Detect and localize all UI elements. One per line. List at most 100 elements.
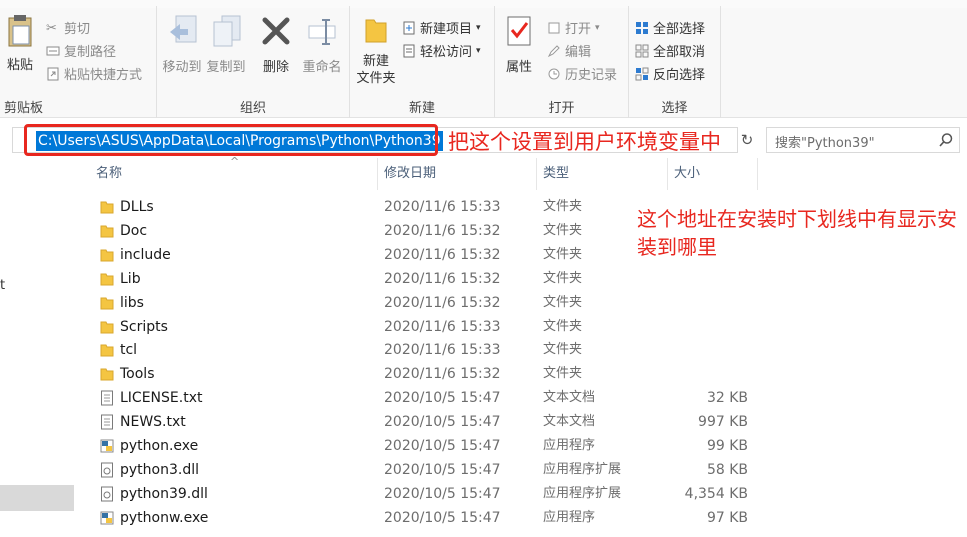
clipboard-group-label: 剪贴板 (4, 101, 44, 116)
column-type[interactable]: 类型 (537, 158, 668, 190)
file-row[interactable]: libs 2020/11/6 15:32 文件夹 (90, 291, 790, 315)
paste-shortcut-button[interactable]: 粘贴快捷方式 (46, 64, 142, 83)
select-all-button[interactable]: 全部选择 (635, 18, 705, 37)
file-name: python3.dll (120, 461, 199, 478)
delete-x-icon (262, 17, 290, 45)
file-name: Doc (120, 222, 148, 239)
folder-icon (100, 199, 114, 215)
nav-item-partial[interactable]: t (0, 278, 5, 293)
invert-selection-icon (635, 67, 649, 80)
invert-selection-button[interactable]: 反向选择 (635, 64, 705, 83)
column-header: ^ 名称 修改日期 类型 大小 (90, 155, 967, 190)
file-date: 2020/10/5 15:47 (384, 461, 501, 478)
delete-button[interactable]: 删除 (257, 14, 295, 75)
column-date[interactable]: 修改日期 (378, 158, 537, 190)
edit-label: 编辑 (565, 45, 592, 60)
organize-group-label: 组织 (239, 101, 266, 116)
file-size: 4,354 KB (684, 485, 748, 502)
refresh-icon[interactable]: ↻ (738, 131, 756, 149)
easy-access-icon (403, 44, 415, 57)
file-date: 2020/10/5 15:47 (384, 414, 501, 431)
select-group: 全部选择 全部取消 反向选择 选择 (629, 6, 721, 118)
file-date: 2020/11/6 15:32 (384, 366, 501, 383)
open-group: 属性 打开 ▾ 编辑 历史记录 打开 (495, 6, 629, 118)
history-button[interactable]: 历史记录 (547, 64, 617, 83)
file-date: 2020/10/5 15:47 (384, 485, 501, 502)
address-annotation: 把这个设置到用户环境变量中 (448, 130, 721, 154)
new-group: 新建 文件夹 新建项目 ▾ 轻松访问 ▾ 新建 (350, 6, 495, 118)
edit-button[interactable]: 编辑 (547, 41, 591, 60)
rename-icon (308, 19, 336, 45)
file-type: 文件夹 (543, 270, 583, 286)
paste-button[interactable]: 粘贴 (2, 14, 38, 73)
open-label: 打开 (565, 22, 592, 37)
file-type: 文件夹 (543, 246, 583, 262)
file-date: 2020/11/6 15:33 (384, 318, 501, 335)
new-folder-button[interactable]: 新建 文件夹 (354, 14, 398, 87)
open-button[interactable]: 打开 ▾ (547, 18, 600, 37)
history-label: 历史记录 (565, 68, 618, 83)
new-item-button[interactable]: 新建项目 ▾ (402, 18, 481, 37)
search-input[interactable]: 搜索"Python39" (766, 127, 960, 153)
file-size (670, 338, 748, 362)
select-all-icon (636, 21, 648, 34)
file-row[interactable]: python.exe 2020/10/5 15:47 应用程序 99 KB (90, 434, 790, 458)
delete-label: 删除 (262, 60, 289, 75)
paste-shortcut-icon (47, 67, 59, 80)
select-none-button[interactable]: 全部取消 (635, 41, 705, 60)
column-name[interactable]: 名称 (90, 158, 378, 190)
nav-selected-item[interactable] (0, 485, 74, 511)
dropdown-arrow-icon: ▾ (476, 22, 481, 33)
organize-group: 移动到 复制到 删除 重命名 组织 (157, 6, 350, 118)
folder-icon (100, 319, 114, 335)
text-file-icon (100, 390, 114, 406)
file-name: pythonw.exe (120, 509, 209, 526)
file-date: 2020/11/6 15:32 (384, 294, 501, 311)
file-row[interactable]: NEWS.txt 2020/10/5 15:47 文本文档 997 KB (90, 410, 790, 434)
column-size[interactable]: 大小 (668, 158, 758, 190)
file-row[interactable]: Lib 2020/11/6 15:32 文件夹 (90, 267, 790, 291)
copy-to-label: 复制到 (206, 60, 246, 75)
file-size: 58 KB (706, 461, 748, 478)
file-date: 2020/11/6 15:32 (384, 222, 501, 239)
new-item-label: 新建项目 (420, 22, 473, 37)
move-to-button[interactable]: 移动到 (161, 14, 203, 75)
search-placeholder: 搜索"Python39" (775, 136, 875, 151)
file-type: 应用程序扩展 (543, 485, 622, 501)
new-group-label: 新建 (408, 101, 435, 116)
folder-icon (100, 366, 114, 382)
properties-icon (507, 16, 531, 46)
file-date: 2020/10/5 15:47 (384, 509, 501, 526)
dll-file-icon (100, 486, 114, 502)
file-row[interactable]: Tools 2020/11/6 15:32 文件夹 (90, 362, 790, 386)
cut-button[interactable]: ✂ 剪切 (46, 18, 90, 38)
file-row[interactable]: pythonw.exe 2020/10/5 15:47 应用程序 97 KB (90, 506, 790, 530)
file-size (670, 362, 748, 386)
rename-label: 重命名 (302, 60, 342, 75)
file-type: 文本文档 (543, 390, 596, 406)
file-row[interactable]: Scripts 2020/11/6 15:33 文件夹 (90, 315, 790, 339)
new-folder-label-line2: 文件夹 (356, 71, 396, 86)
file-row[interactable]: tcl 2020/11/6 15:33 文件夹 (90, 338, 790, 362)
file-row[interactable]: LICENSE.txt 2020/10/5 15:47 文本文档 32 KB (90, 386, 790, 410)
search-icon[interactable] (938, 132, 954, 148)
file-size: 99 KB (706, 438, 748, 454)
easy-access-button[interactable]: 轻松访问 ▾ (402, 41, 481, 60)
text-file-icon (100, 414, 114, 430)
paste-label: 粘贴 (6, 58, 33, 73)
file-date: 2020/10/5 15:47 (384, 438, 501, 454)
file-size: 97 KB (706, 509, 748, 526)
file-row[interactable]: python39.dll 2020/10/5 15:47 应用程序扩展 4,354 K… (90, 482, 790, 506)
copy-to-button[interactable]: 复制到 (205, 14, 247, 75)
file-row[interactable]: python3.dll 2020/10/5 15:47 应用程序扩展 58 KB (90, 458, 790, 482)
copy-path-button[interactable]: 复制路径 (46, 41, 116, 60)
file-size: 997 KB (698, 414, 748, 431)
file-type: 应用程序 (543, 438, 596, 453)
rename-button[interactable]: 重命名 (299, 14, 345, 75)
move-to-label: 移动到 (162, 60, 202, 75)
folder-icon (100, 223, 114, 239)
file-name: Scripts (120, 318, 168, 335)
file-name: python39.dll (120, 485, 208, 502)
file-name: python.exe (120, 438, 199, 454)
properties-button[interactable]: 属性 (501, 14, 537, 75)
